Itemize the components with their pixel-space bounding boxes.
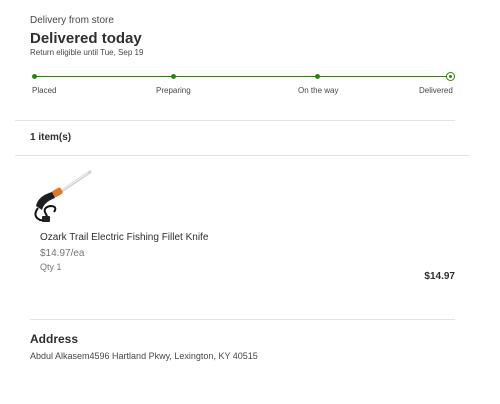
return-eligibility-note: Return eligible until Tue, Sep 19 [30, 48, 144, 57]
delivery-status-title: Delivered today [30, 30, 142, 47]
step-dot-placed [32, 74, 37, 79]
order-progress-tracker: Placed Preparing On the way Delivered [32, 72, 455, 102]
step-label-delivered: Delivered [419, 86, 453, 95]
progress-line [34, 76, 450, 77]
step-label-placed: Placed [32, 86, 57, 95]
fillet-knife-image[interactable] [30, 168, 94, 232]
delivery-source-label: Delivery from store [30, 15, 114, 26]
address-heading: Address [30, 332, 79, 346]
items-count: 1 item(s) [30, 132, 72, 143]
product-name-link[interactable]: Ozark Trail Electric Fishing Fillet Knif… [40, 232, 455, 243]
delivery-address: Abdul Alkasem4596 Hartland Pkwy, Lexingt… [30, 351, 258, 361]
section-divider [30, 319, 455, 320]
product-quantity: Qty 1 [40, 262, 62, 272]
step-dot-delivered [446, 72, 455, 81]
section-divider [15, 155, 470, 156]
step-dot-preparing [171, 74, 176, 79]
section-divider [15, 120, 455, 121]
step-dot-on-the-way [315, 74, 320, 79]
step-label-on-the-way: On the way [298, 86, 339, 95]
product-unit-price: $14.97/ea [40, 248, 85, 259]
line-item-total: $14.97 [424, 271, 455, 282]
step-label-preparing: Preparing [156, 86, 191, 95]
